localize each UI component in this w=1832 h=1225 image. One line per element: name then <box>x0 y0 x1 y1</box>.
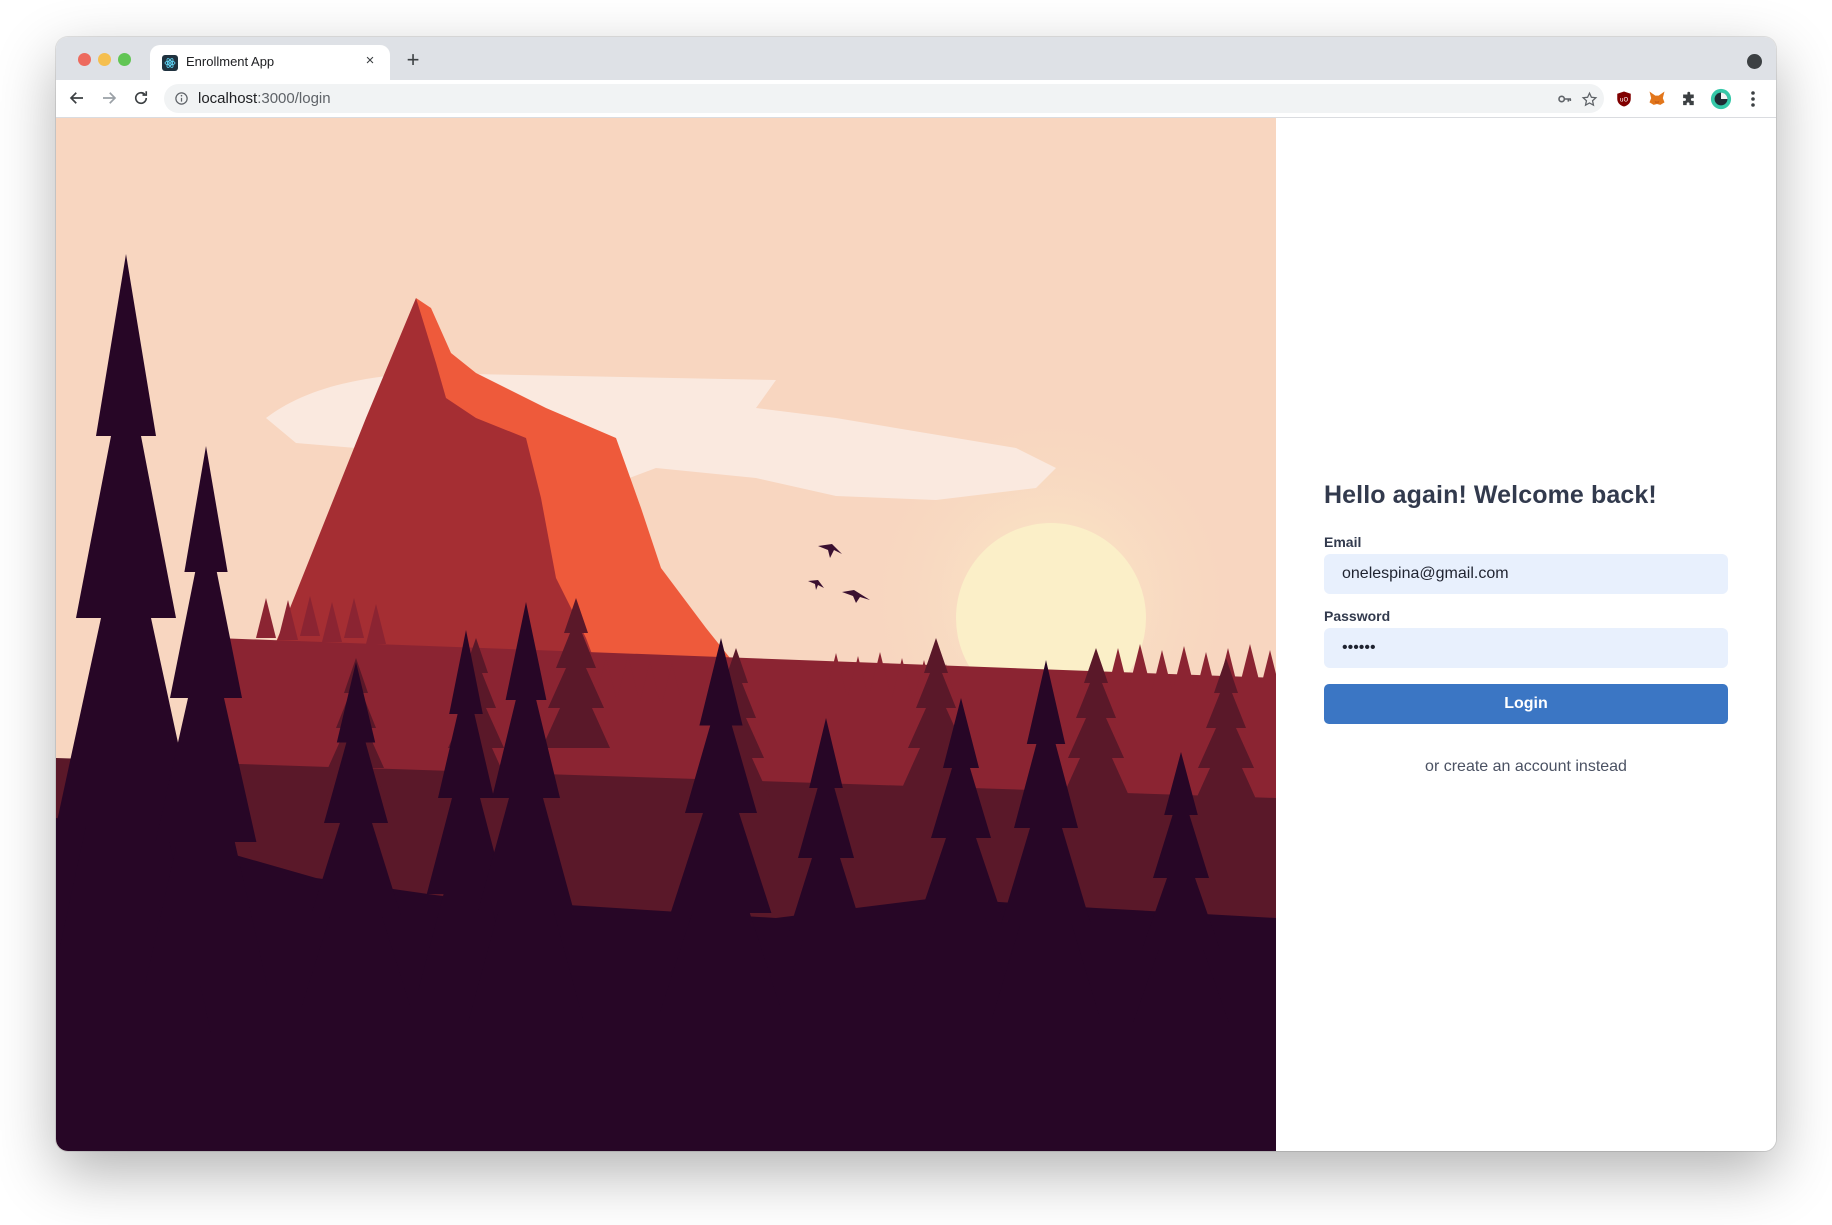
new-tab-button[interactable]: + <box>401 48 425 72</box>
key-icon[interactable] <box>1556 90 1574 108</box>
svg-text:uO: uO <box>1620 96 1629 103</box>
email-field[interactable] <box>1324 554 1728 594</box>
back-arrow-icon <box>69 92 83 104</box>
url-host: localhost <box>198 90 258 107</box>
url-path: :3000/login <box>257 90 331 107</box>
password-label: Password <box>1324 608 1391 624</box>
forward-arrow-icon <box>103 92 117 104</box>
ublock-icon[interactable]: uO <box>1613 88 1635 110</box>
minimize-window-button[interactable] <box>98 53 111 66</box>
tab-enrollment-app[interactable]: Enrollment App × <box>150 45 390 80</box>
login-form: Hello again! Welcome back! Email Passwor… <box>1324 481 1728 776</box>
tab-strip: Enrollment App × + <box>56 37 1776 80</box>
login-panel: Hello again! Welcome back! Email Passwor… <box>1276 118 1776 1151</box>
address-bar[interactable]: localhost:3000/login <box>164 84 1604 113</box>
back-button[interactable] <box>64 85 90 111</box>
site-info-icon[interactable] <box>174 91 189 106</box>
browser-menu-icon[interactable] <box>1742 88 1764 110</box>
zoom-window-button[interactable] <box>118 53 131 66</box>
reload-icon <box>134 91 148 105</box>
close-window-button[interactable] <box>78 53 91 66</box>
sunset-mountain-forest-illustration <box>56 118 1276 1151</box>
tab-search-icon[interactable] <box>1747 54 1762 69</box>
page-viewport: Hello again! Welcome back! Email Passwor… <box>56 118 1776 1151</box>
browser-window: Enrollment App × + localhost:3000/login … <box>56 37 1776 1151</box>
react-favicon-icon <box>162 55 178 71</box>
url-text: localhost:3000/login <box>198 90 331 107</box>
reload-button[interactable] <box>128 85 154 111</box>
tab-close-icon[interactable]: × <box>360 51 380 71</box>
tab-title: Enrollment App <box>186 54 275 69</box>
page-title: Hello again! Welcome back! <box>1324 481 1657 509</box>
profile-avatar-icon[interactable] <box>1710 88 1732 110</box>
login-button[interactable]: Login <box>1324 684 1728 724</box>
metamask-icon[interactable] <box>1646 88 1668 110</box>
bookmark-star-icon[interactable] <box>1580 90 1598 108</box>
puzzle-extensions-icon[interactable] <box>1678 88 1700 110</box>
create-account-link[interactable]: or create an account instead <box>1324 758 1728 776</box>
email-label: Email <box>1324 534 1362 550</box>
browser-toolbar: localhost:3000/login uO <box>56 80 1776 118</box>
password-field[interactable] <box>1324 628 1728 668</box>
forward-button[interactable] <box>96 85 122 111</box>
